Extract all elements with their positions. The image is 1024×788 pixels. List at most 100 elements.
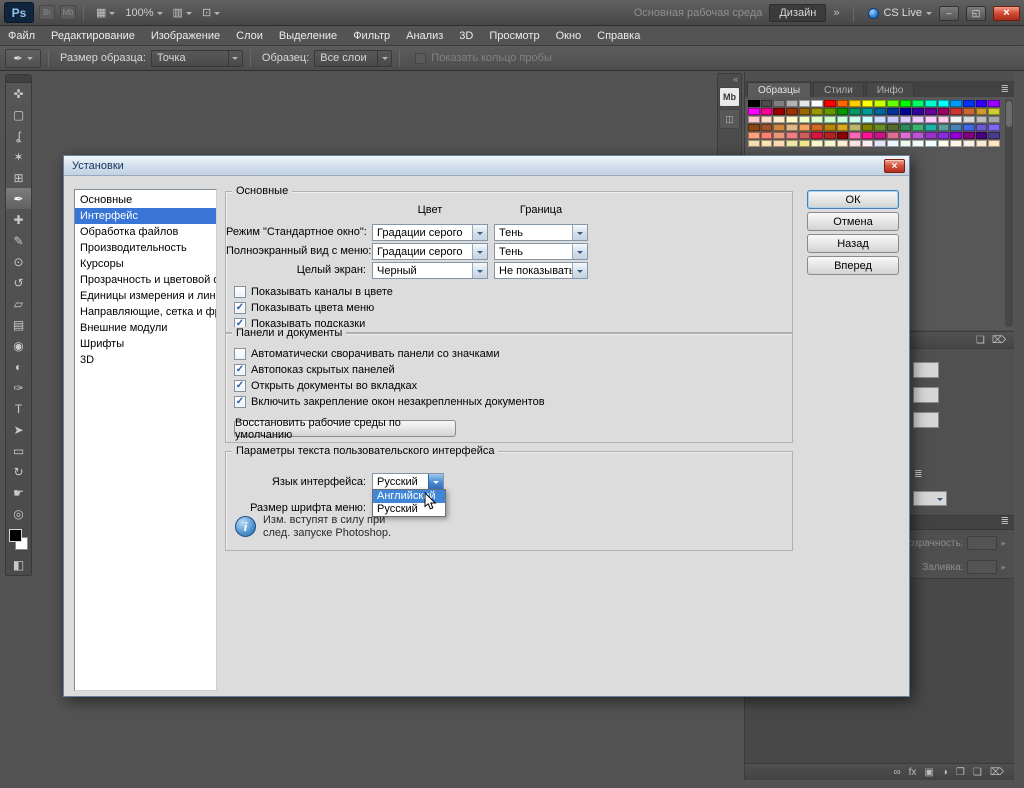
fullscreen-mode-border-dropdown[interactable]: Не показывать bbox=[494, 262, 588, 279]
color-swatch[interactable] bbox=[824, 140, 836, 147]
menu-item[interactable]: Выделение bbox=[271, 26, 345, 46]
color-swatch[interactable] bbox=[862, 116, 874, 123]
color-swatch[interactable] bbox=[874, 108, 886, 115]
color-swatch[interactable] bbox=[748, 100, 760, 107]
color-swatch[interactable] bbox=[925, 100, 937, 107]
color-swatch[interactable] bbox=[912, 116, 924, 123]
color-swatch[interactable] bbox=[938, 124, 950, 131]
brush-tool[interactable]: ✎ bbox=[6, 230, 31, 251]
color-swatch[interactable] bbox=[837, 124, 849, 131]
color-swatch[interactable] bbox=[773, 132, 785, 139]
dropdown-arrow-icon[interactable] bbox=[572, 244, 587, 259]
fill-value-box[interactable] bbox=[967, 560, 997, 574]
dropdown-arrow-icon[interactable] bbox=[377, 51, 391, 66]
color-swatch[interactable] bbox=[799, 116, 811, 123]
launch-mini-bridge-button[interactable]: Mb bbox=[60, 5, 76, 20]
sample-layers-dropdown[interactable]: Все слои bbox=[314, 50, 392, 67]
shape-tool[interactable]: ▭ bbox=[6, 440, 31, 461]
menu-item[interactable]: Фильтр bbox=[345, 26, 398, 46]
color-swatch[interactable] bbox=[811, 140, 823, 147]
panel-tab[interactable]: Инфо bbox=[866, 82, 915, 97]
color-swatch[interactable] bbox=[887, 132, 899, 139]
healing-brush-tool[interactable]: ✚ bbox=[6, 209, 31, 230]
photoshop-logo[interactable]: Ps bbox=[4, 2, 34, 23]
rotate-view-tool[interactable]: ↻ bbox=[6, 461, 31, 482]
color-swatch[interactable] bbox=[811, 132, 823, 139]
color-swatch[interactable] bbox=[837, 132, 849, 139]
color-swatch[interactable] bbox=[938, 100, 950, 107]
checkbox-checked-icon[interactable]: ✓ bbox=[234, 364, 246, 376]
color-swatch[interactable] bbox=[748, 116, 760, 123]
color-swatch[interactable] bbox=[849, 132, 861, 139]
color-swatch[interactable] bbox=[938, 132, 950, 139]
color-swatch[interactable] bbox=[900, 132, 912, 139]
color-swatch[interactable] bbox=[824, 132, 836, 139]
ok-button[interactable]: ОК bbox=[807, 190, 899, 209]
color-swatch[interactable] bbox=[912, 140, 924, 147]
color-swatch[interactable] bbox=[748, 132, 760, 139]
color-swatch[interactable] bbox=[938, 140, 950, 147]
color-swatch[interactable] bbox=[900, 100, 912, 107]
dropdown-arrow-icon[interactable] bbox=[228, 51, 242, 66]
mini-bridge-panel-button[interactable]: Mb bbox=[719, 87, 740, 107]
pref-category-item[interactable]: Внешние модули bbox=[75, 320, 216, 336]
color-swatch[interactable] bbox=[748, 124, 760, 131]
color-swatch[interactable] bbox=[811, 108, 823, 115]
layer-group-icon[interactable]: ❐ bbox=[956, 767, 965, 778]
dropdown-arrow-icon[interactable] bbox=[428, 474, 443, 489]
color-swatch[interactable] bbox=[963, 140, 975, 147]
color-swatch[interactable] bbox=[912, 100, 924, 107]
color-swatch[interactable] bbox=[786, 140, 798, 147]
color-swatch[interactable] bbox=[874, 132, 886, 139]
color-swatch[interactable] bbox=[773, 116, 785, 123]
color-swatch[interactable] bbox=[761, 132, 773, 139]
color-swatch[interactable] bbox=[963, 100, 975, 107]
color-swatch[interactable] bbox=[786, 100, 798, 107]
open-documents-as-tabs-checkbox[interactable]: ✓Открыть документы во вкладках bbox=[234, 380, 417, 392]
foreground-color-swatch[interactable] bbox=[9, 529, 22, 542]
color-swatch[interactable] bbox=[786, 108, 798, 115]
color-swatch[interactable] bbox=[874, 124, 886, 131]
quick-selection-tool[interactable]: ✶ bbox=[6, 146, 31, 167]
extensions-panel-button[interactable]: ◫ bbox=[719, 109, 740, 129]
color-swatch[interactable] bbox=[988, 108, 1000, 115]
color-swatch[interactable] bbox=[874, 140, 886, 147]
color-swatch[interactable] bbox=[976, 100, 988, 107]
color-swatch[interactable] bbox=[849, 116, 861, 123]
view-extras-button[interactable]: ▦ bbox=[91, 4, 120, 21]
color-swatch[interactable] bbox=[887, 140, 899, 147]
color-swatch[interactable] bbox=[824, 124, 836, 131]
panel-control-fragment[interactable] bbox=[913, 412, 939, 428]
panel-menu-icon[interactable]: ≣ bbox=[1001, 516, 1009, 529]
restore-workspaces-button[interactable]: Восстановить рабочие среды по умолчанию bbox=[234, 420, 456, 437]
color-swatch[interactable] bbox=[887, 100, 899, 107]
adjustment-layer-icon[interactable]: ◑ bbox=[942, 767, 948, 778]
color-swatch[interactable] bbox=[862, 140, 874, 147]
crop-tool[interactable]: ⊞ bbox=[6, 167, 31, 188]
zoom-level-dropdown[interactable]: 100% bbox=[120, 5, 167, 21]
checkbox-checked-icon[interactable]: ✓ bbox=[234, 302, 246, 314]
restore-button[interactable]: ◱ bbox=[966, 6, 986, 21]
color-swatch[interactable] bbox=[976, 132, 988, 139]
color-swatch[interactable] bbox=[862, 132, 874, 139]
color-swatch[interactable] bbox=[912, 132, 924, 139]
color-swatch[interactable] bbox=[761, 140, 773, 147]
link-layers-icon[interactable]: ∞ bbox=[894, 767, 901, 778]
menu-item[interactable]: Изображение bbox=[143, 26, 228, 46]
dropdown-arrow-icon[interactable] bbox=[572, 225, 587, 240]
color-swatch[interactable] bbox=[950, 100, 962, 107]
color-swatch[interactable] bbox=[849, 100, 861, 107]
enable-floating-document-docking-checkbox[interactable]: ✓Включить закрепление окон незакрепленны… bbox=[234, 396, 545, 408]
color-swatch[interactable] bbox=[773, 108, 785, 115]
auto-show-hidden-panels-checkbox[interactable]: ✓Автопоказ скрытых панелей bbox=[234, 364, 395, 376]
color-swatch[interactable] bbox=[761, 124, 773, 131]
pref-category-item[interactable]: Единицы измерения и линейки bbox=[75, 288, 216, 304]
color-swatch[interactable] bbox=[988, 124, 1000, 131]
fullscreen-with-menu-mode-color-dropdown[interactable]: Градации серого bbox=[372, 243, 488, 260]
show-channels-in-color-checkbox[interactable]: Показывать каналы в цвете bbox=[234, 286, 393, 298]
dialog-close-button[interactable]: × bbox=[884, 159, 905, 173]
screen-mode-button[interactable]: ⊡ bbox=[197, 4, 225, 21]
color-swatch[interactable] bbox=[950, 116, 962, 123]
blur-tool[interactable]: ◉ bbox=[6, 335, 31, 356]
color-swatch[interactable] bbox=[874, 116, 886, 123]
